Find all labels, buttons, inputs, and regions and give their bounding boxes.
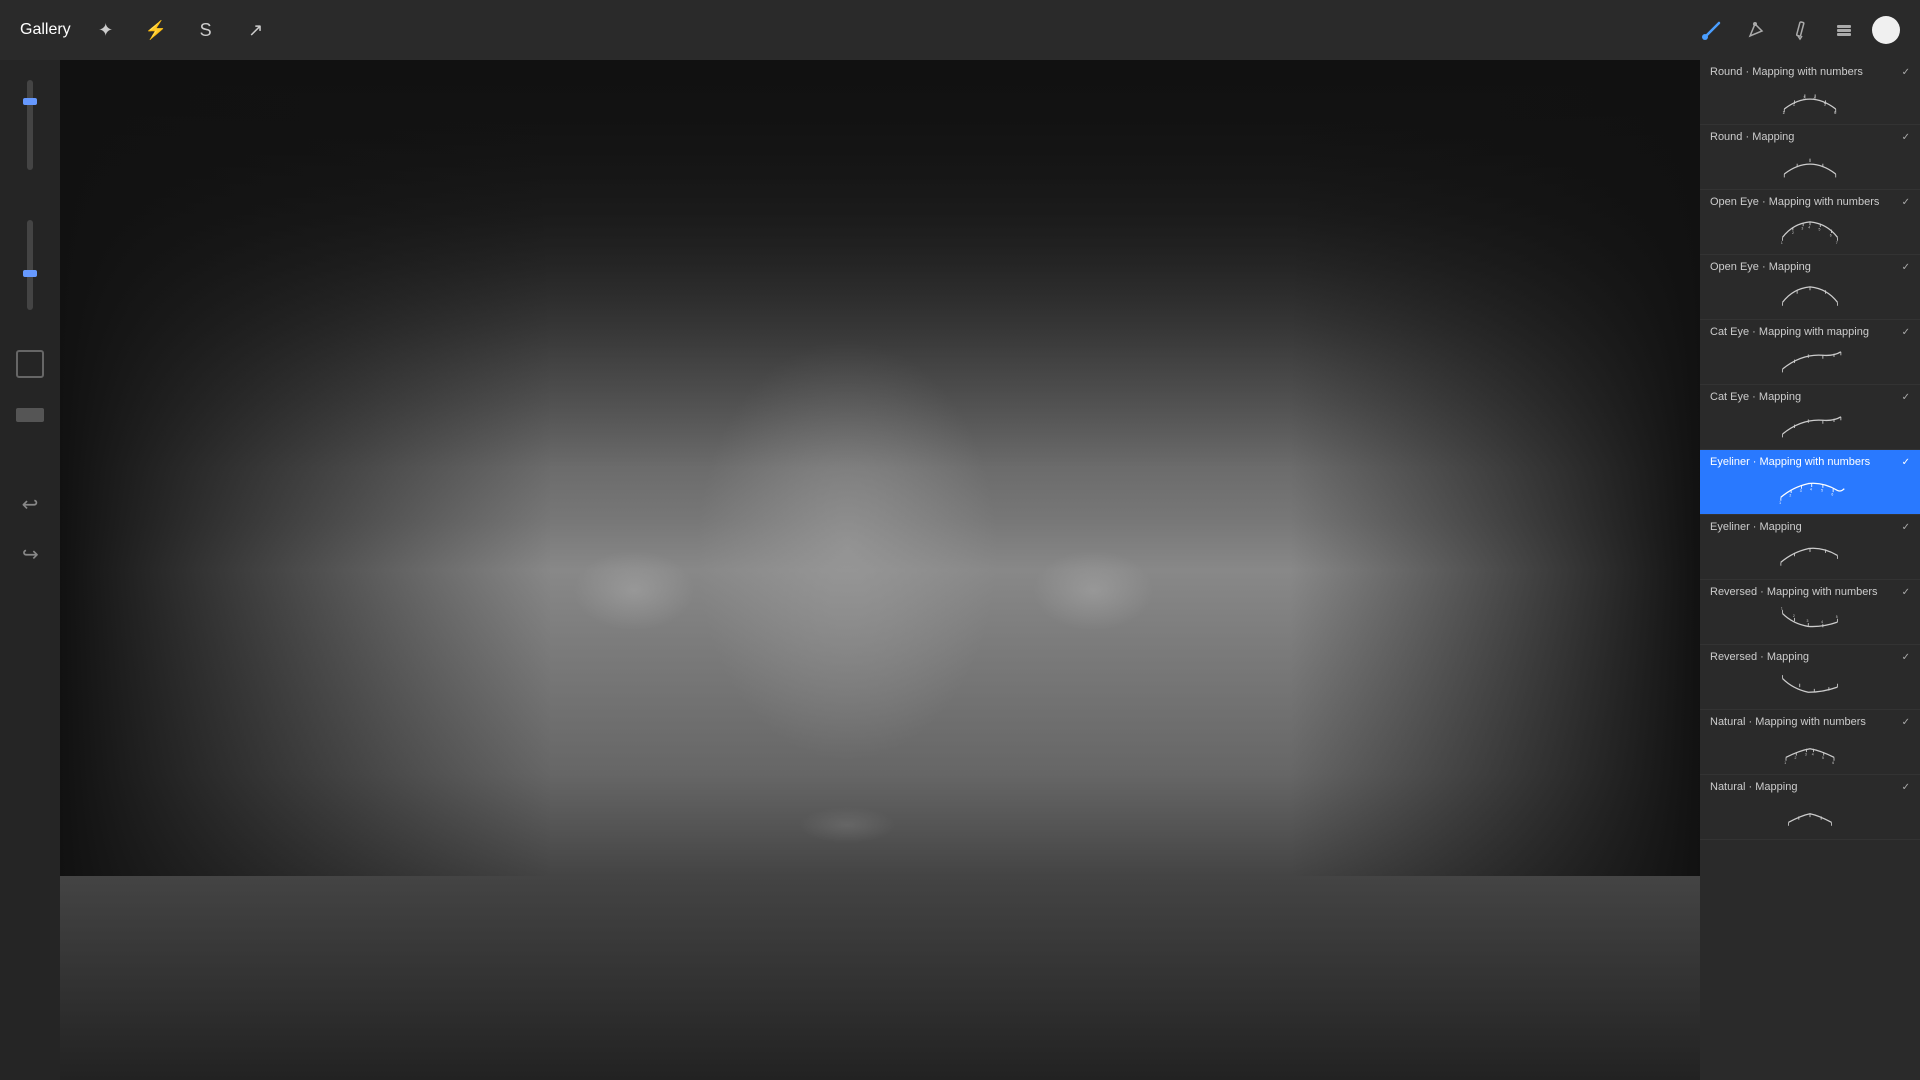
- brush-preview-round-mapping-numbers: 1 2 3 4 5 6: [1710, 80, 1910, 120]
- brush-item-natural-mapping[interactable]: Natural · Mapping ✓: [1700, 775, 1920, 840]
- brush-name-round-mapping-numbers: Round · Mapping with numbers: [1710, 66, 1863, 78]
- svg-text:4: 4: [1812, 753, 1814, 757]
- brush-item-eyeliner-mapping[interactable]: Eyeliner · Mapping ✓: [1700, 515, 1920, 580]
- svg-text:1: 1: [1783, 110, 1786, 115]
- svg-text:2: 2: [1792, 231, 1794, 235]
- brush-item-round-mapping[interactable]: Round · Mapping ✓: [1700, 125, 1920, 190]
- brush-check-cat-eye-mapping-with-mapping: ✓: [1902, 327, 1910, 338]
- brush-preview-cat-eye-mapping: [1710, 405, 1910, 445]
- toolbar: Gallery ✦ ⚡ S ↗: [0, 0, 1920, 60]
- svg-text:1: 1: [1784, 761, 1786, 765]
- svg-text:5: 5: [1836, 615, 1838, 619]
- opacity-slider[interactable]: [27, 220, 33, 310]
- svg-text:5: 5: [1819, 227, 1821, 231]
- brush-check-cat-eye-mapping: ✓: [1902, 392, 1910, 403]
- brush-check-natural-mapping-numbers: ✓: [1902, 717, 1910, 728]
- brush-name-open-eye-mapping: Open Eye · Mapping: [1710, 261, 1811, 273]
- wand-tool-icon[interactable]: ✦: [91, 20, 121, 41]
- svg-text:5: 5: [1824, 102, 1827, 107]
- brush-name-cat-eye-mapping: Cat Eye · Mapping: [1710, 391, 1801, 403]
- brush-check-eyeliner-mapping: ✓: [1902, 522, 1910, 533]
- brush-name-round-mapping: Round · Mapping: [1710, 131, 1794, 143]
- brush-preview-open-eye-mapping: [1710, 275, 1910, 315]
- brush-preview-open-eye-mapping-numbers: 1 2 3 4 5 6 7: [1710, 210, 1910, 250]
- color-swatch[interactable]: [16, 408, 44, 422]
- svg-text:3: 3: [1807, 619, 1809, 623]
- svg-text:1: 1: [1779, 501, 1781, 505]
- svg-text:2: 2: [1795, 756, 1797, 760]
- brush-check-eyeliner-mapping-numbers: ✓: [1902, 457, 1910, 468]
- size-slider[interactable]: [27, 80, 33, 170]
- arrow-tool-icon[interactable]: ↗: [241, 20, 271, 41]
- brush-preview-natural-mapping-numbers: 1 2 3 4 5 6: [1710, 730, 1910, 770]
- svg-text:2: 2: [1789, 493, 1791, 497]
- brush-name-eyeliner-mapping-numbers: Eyeliner · Mapping with numbers: [1710, 456, 1870, 468]
- brush-preview-reversed-mapping-numbers: 1 2 3 4 5: [1710, 600, 1910, 640]
- brush-preview-round-mapping: [1710, 145, 1910, 185]
- svg-text:4: 4: [1810, 487, 1812, 491]
- brush-item-cat-eye-mapping-with-mapping[interactable]: Cat Eye · Mapping with mapping ✓: [1700, 320, 1920, 385]
- brush-preview-natural-mapping: [1710, 795, 1910, 835]
- svg-text:2: 2: [1793, 614, 1795, 618]
- brush-panel: Round · Mapping with numbers ✓ 1 2 3 4 5 …: [1700, 60, 1920, 1080]
- svg-text:6: 6: [1831, 493, 1833, 497]
- brush-check-open-eye-mapping-numbers: ✓: [1902, 197, 1910, 208]
- brush-preview-eyeliner-mapping-numbers: 1 2 3 4 5 6: [1710, 470, 1910, 510]
- svg-text:6: 6: [1832, 761, 1834, 765]
- color-picker[interactable]: [1872, 16, 1900, 44]
- brush-preview-cat-eye-mapping-with-mapping: [1710, 340, 1910, 380]
- brush-check-natural-mapping: ✓: [1902, 782, 1910, 793]
- shape-selector[interactable]: [16, 350, 44, 378]
- canvas-area[interactable]: [60, 60, 1700, 1080]
- brush-item-round-mapping-numbers[interactable]: Round · Mapping with numbers ✓ 1 2 3 4 5 …: [1700, 60, 1920, 125]
- brush-preview-eyeliner-mapping: [1710, 535, 1910, 575]
- redo-button[interactable]: ↩: [22, 542, 39, 567]
- brush-check-reversed-mapping-numbers: ✓: [1902, 587, 1910, 598]
- svg-text:3: 3: [1805, 753, 1807, 757]
- brush-item-open-eye-mapping-numbers[interactable]: Open Eye · Mapping with numbers ✓ 1 2 3 4…: [1700, 190, 1920, 255]
- brush-item-eyeliner-mapping-numbers[interactable]: Eyeliner · Mapping with numbers ✓ 1 2 3 4…: [1700, 450, 1920, 515]
- brush-check-round-mapping: ✓: [1902, 132, 1910, 143]
- toolbar-right: [1696, 14, 1900, 46]
- svg-text:3: 3: [1801, 227, 1803, 231]
- pen-tool-icon[interactable]: [1740, 14, 1772, 46]
- pencil-tool-icon[interactable]: [1784, 14, 1816, 46]
- brush-item-open-eye-mapping[interactable]: Open Eye · Mapping ✓: [1700, 255, 1920, 320]
- brush-name-reversed-mapping: Reversed · Mapping: [1710, 651, 1809, 663]
- brush-check-open-eye-mapping: ✓: [1902, 262, 1910, 273]
- brush-tool-icon[interactable]: [1696, 14, 1728, 46]
- svg-text:6: 6: [1830, 233, 1832, 237]
- brush-name-natural-mapping-numbers: Natural · Mapping with numbers: [1710, 716, 1866, 728]
- selection-tool-icon[interactable]: ⚡: [141, 20, 171, 41]
- svg-text:1: 1: [1781, 606, 1783, 610]
- brush-name-reversed-mapping-numbers: Reversed · Mapping with numbers: [1710, 586, 1878, 598]
- svg-text:5: 5: [1821, 488, 1823, 492]
- svg-text:7: 7: [1836, 241, 1838, 245]
- brush-item-reversed-mapping-numbers[interactable]: Reversed · Mapping with numbers ✓ 1 2 3 4…: [1700, 580, 1920, 645]
- brush-item-natural-mapping-numbers[interactable]: Natural · Mapping with numbers ✓ 1 2 3 4 …: [1700, 710, 1920, 775]
- layers-icon[interactable]: [1828, 14, 1860, 46]
- brush-preview-reversed-mapping: [1710, 665, 1910, 705]
- brush-check-reversed-mapping: ✓: [1902, 652, 1910, 663]
- brush-item-reversed-mapping[interactable]: Reversed · Mapping ✓: [1700, 645, 1920, 710]
- toolbar-left: Gallery ✦ ⚡ S ↗: [20, 20, 271, 41]
- undo-button[interactable]: ↩: [22, 492, 39, 517]
- svg-text:6: 6: [1834, 110, 1837, 115]
- brush-name-eyeliner-mapping: Eyeliner · Mapping: [1710, 521, 1802, 533]
- gallery-button[interactable]: Gallery: [20, 21, 71, 39]
- brush-check-round-mapping-numbers: ✓: [1902, 67, 1910, 78]
- left-sidebar: ↩ ↩: [0, 60, 60, 1080]
- brush-name-cat-eye-mapping-with-mapping: Cat Eye · Mapping with mapping: [1710, 326, 1869, 338]
- svg-text:4: 4: [1808, 226, 1810, 230]
- transform-tool-icon[interactable]: S: [191, 20, 221, 41]
- svg-text:3: 3: [1800, 489, 1802, 493]
- main-content: ↩ ↩ Round · Mapping with numbers ✓: [0, 60, 1920, 1080]
- brush-name-open-eye-mapping-numbers: Open Eye · Mapping with numbers: [1710, 196, 1879, 208]
- brush-item-cat-eye-mapping[interactable]: Cat Eye · Mapping ✓: [1700, 385, 1920, 450]
- brush-name-natural-mapping: Natural · Mapping: [1710, 781, 1797, 793]
- svg-text:4: 4: [1821, 620, 1823, 624]
- svg-text:5: 5: [1822, 756, 1824, 760]
- svg-text:1: 1: [1781, 241, 1783, 245]
